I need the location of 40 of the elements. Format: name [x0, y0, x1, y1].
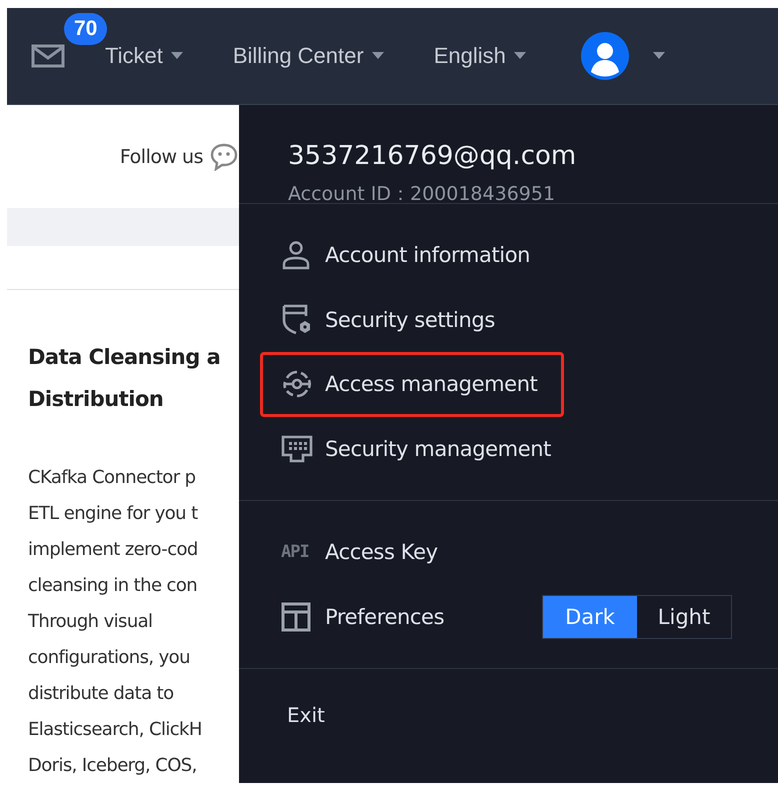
chat-bubble-icon[interactable]	[209, 142, 239, 170]
exit-link[interactable]: Exit	[287, 703, 325, 727]
menu-item[interactable]: Security management	[260, 416, 578, 481]
menu-item[interactable]: Security settings	[260, 288, 522, 352]
notification-badge: 70	[64, 13, 108, 45]
paragraph-line: Elasticsearch, ClickH	[28, 718, 202, 742]
mail-icon[interactable]	[31, 44, 65, 68]
theme-option[interactable]: Dark	[543, 596, 637, 638]
caret-icon	[652, 52, 665, 60]
menu-item[interactable]: Account information	[260, 223, 558, 288]
caret-icon	[514, 52, 526, 60]
paragraph-line: distribute data to	[28, 682, 174, 706]
paragraph-line: implement zero-cod	[28, 538, 198, 562]
api-icon: API	[281, 542, 309, 562]
menu-item[interactable]: Access management	[260, 352, 564, 416]
account-email: 3537216769@qq.com	[288, 141, 576, 171]
nav-menu[interactable]: Ticket	[105, 43, 183, 69]
theme-option[interactable]: Light	[637, 596, 731, 638]
nav-menu[interactable]: Billing Center	[232, 43, 384, 69]
paragraph-line: CKafka Connector p	[28, 466, 196, 490]
menu-item[interactable]: API Access Key	[260, 520, 465, 584]
paragraph-line: cleansing in the con	[28, 574, 198, 598]
paragraph-line: ETL engine for you t	[28, 502, 198, 526]
avatar-icon[interactable]	[580, 32, 629, 80]
shield-icon	[281, 304, 313, 336]
keyboard-icon	[281, 434, 313, 463]
access-icon	[281, 368, 313, 400]
caret-icon	[170, 52, 183, 60]
menu-item[interactable]: Preferences	[260, 584, 472, 649]
nav-menu[interactable]: English	[434, 43, 526, 69]
account-id: Account ID：200018436951	[288, 182, 556, 207]
paragraph-line: Through visual	[28, 610, 152, 634]
caret-icon	[372, 52, 384, 60]
paragraph-line: Doris, Iceberg, COS,	[28, 754, 197, 778]
section-heading: Distribution	[28, 386, 164, 413]
layout-icon	[281, 602, 311, 632]
paragraph-line: configurations, you	[28, 646, 190, 670]
follow-us-label: Follow us	[120, 146, 203, 168]
section-heading: Data Cleansing a	[28, 344, 220, 371]
person-icon	[281, 240, 311, 270]
